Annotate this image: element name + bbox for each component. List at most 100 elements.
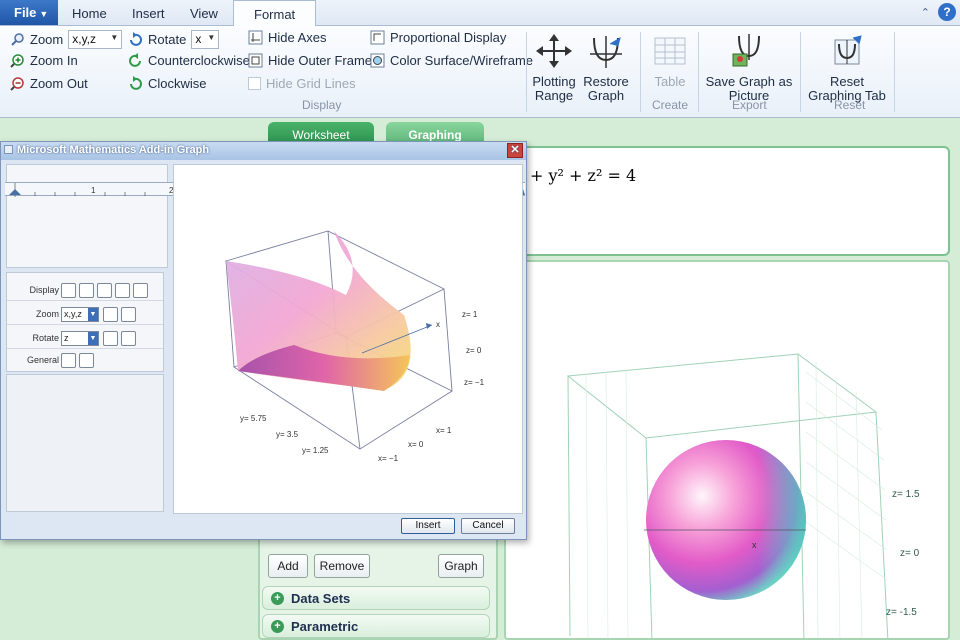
graph-button[interactable]: Graph [438, 554, 484, 578]
dialog-graph-controls: Display Zoom x,y,z ▼ Rotate z ▼ General [6, 272, 164, 372]
dialog-rotate-value: z [64, 333, 69, 343]
axes-toggle-icon[interactable] [61, 283, 76, 298]
close-icon[interactable]: ✕ [507, 143, 523, 158]
frame-toggle-icon[interactable] [79, 283, 94, 298]
surface-toggle-icon[interactable] [97, 283, 112, 298]
hide-outer-frame-checkbox[interactable]: Hide Outer Frame [248, 53, 372, 68]
dialog-preview-pane [6, 164, 168, 268]
restore-graph-icon [590, 36, 622, 68]
dialog-rotate-select[interactable]: z ▼ [61, 331, 99, 346]
rotate-label: Rotate [148, 32, 187, 47]
zoom-label: Zoom [30, 32, 64, 47]
zoom-out-button[interactable]: Zoom Out [10, 76, 88, 91]
tab-view[interactable]: View [190, 6, 218, 21]
table-button[interactable]: Table [648, 34, 692, 89]
general-label: General [26, 355, 59, 365]
proportional-display-checkbox[interactable]: Proportional Display [370, 30, 506, 45]
display-label: Display [29, 285, 59, 295]
dialog-zoom-select[interactable]: x,y,z ▼ [61, 307, 99, 322]
restore-graph-button[interactable]: Restore Graph [582, 34, 630, 103]
tab-home[interactable]: Home [72, 6, 107, 21]
reset-graph-icon [834, 35, 862, 65]
rotate-axis-select[interactable]: x ▼ [191, 30, 220, 49]
zoom-in-label: Zoom In [30, 53, 78, 68]
sphere-z-tick-top: z= 1.5 [892, 489, 920, 500]
caret-down-icon: ▼ [39, 9, 49, 19]
reset-graphing-tab-button[interactable]: Reset Graphing Tab [806, 34, 888, 103]
zoom-in-icon[interactable] [103, 307, 118, 322]
color-surface-checkbox[interactable]: Color Surface/Wireframe [370, 53, 533, 68]
counterclockwise-icon [129, 53, 141, 67]
proportional-toggle-icon[interactable] [115, 283, 130, 298]
y-tick-3: y= 1.25 [302, 446, 329, 455]
clockwise-label: Clockwise [148, 76, 207, 91]
table-label: Table [654, 74, 686, 89]
plotting-range-label-2: Range [534, 88, 574, 103]
collapse-ribbon-icon[interactable]: ⌃ [921, 6, 930, 19]
rotate-icon [130, 32, 142, 46]
cancel-button[interactable]: Cancel [461, 518, 515, 534]
sphere-graph-canvas[interactable]: x z= 1.5 z= 0 z= -1.5 [504, 260, 950, 640]
dialog-graph-canvas[interactable]: x z= 1 z= 0 z= −1 y= 5.75 y= 3.5 y= 1.25… [173, 164, 523, 514]
plotting-range-icon[interactable] [61, 353, 76, 368]
add-button[interactable]: Add [268, 554, 308, 578]
sphere-plot: x z= 1.5 z= 0 z= -1.5 [566, 353, 920, 638]
grid-toggle-icon[interactable] [133, 283, 148, 298]
x-tick-3: x= 1 [436, 426, 452, 435]
export-group-label: Export [732, 98, 767, 112]
dialog-surface-plot: x z= 1 z= 0 z= −1 y= 5.75 y= 3.5 y= 1.25… [224, 230, 485, 463]
equation-text: + y² + z² = 4 [530, 166, 637, 185]
dialog-title-bar[interactable]: Microsoft Mathematics Add-in Graph ✕ [1, 142, 526, 160]
hide-axes-checkbox[interactable]: Hide Axes [248, 30, 327, 45]
section-data-sets[interactable]: + Data Sets [262, 586, 490, 610]
expand-icon: + [271, 592, 284, 605]
clockwise-button[interactable]: Clockwise [128, 76, 207, 91]
x-tick-1: x= −1 [378, 454, 399, 463]
save-graph-button[interactable]: Save Graph as Picture [704, 34, 794, 103]
counterclockwise-icon[interactable] [103, 331, 118, 346]
counterclockwise-button[interactable]: Counterclockwise [128, 53, 250, 68]
group-divider [640, 32, 641, 112]
dropdown-arrow-icon: ▼ [88, 308, 98, 321]
zoom-out-icon[interactable] [121, 307, 136, 322]
dialog-zoom-label: Zoom [35, 309, 59, 319]
rotate-control[interactable]: Rotate x ▼ [128, 30, 220, 49]
ribbon-format-panel: Zoom x,y,z ▼ Zoom In Zoom Out Rotate x ▼ C… [0, 26, 960, 118]
z-tick-2: z= 0 [466, 346, 482, 355]
rotate-row: Rotate z ▼ [7, 329, 163, 349]
zoom-out-label: Zoom Out [30, 76, 88, 91]
ribbon-tab-bar: File ▼ Home Insert View Format ⌃ ? [0, 0, 960, 27]
proportional-icon [370, 30, 385, 45]
hide-grid-lines-checkbox[interactable]: Hide Grid Lines [248, 76, 356, 91]
tab-format[interactable]: Format [233, 0, 317, 27]
dropdown-arrow-icon: ▼ [88, 332, 98, 345]
save-graph-icon[interactable] [79, 353, 94, 368]
help-icon[interactable]: ? [938, 3, 956, 21]
zoom-control[interactable]: Zoom x,y,z ▼ [10, 30, 123, 49]
create-group-label: Create [652, 98, 689, 112]
file-menu-tab[interactable]: File ▼ [0, 0, 58, 25]
dialog-x-axis-label: x [436, 320, 440, 329]
group-divider [800, 32, 801, 112]
restore-graph-label-2: Graph [587, 88, 625, 103]
sphere-x-axis-label: x [752, 540, 757, 550]
color-surface-label: Color Surface/Wireframe [390, 53, 534, 68]
group-divider [894, 32, 895, 112]
dropdown-arrow-icon: ▼ [207, 33, 216, 42]
zoom-in-button[interactable]: Zoom In [10, 53, 78, 68]
dropdown-arrow-icon: ▼ [110, 33, 119, 42]
hide-outer-frame-label: Hide Outer Frame [268, 53, 373, 68]
clockwise-icon[interactable] [121, 331, 136, 346]
tab-insert[interactable]: Insert [132, 6, 165, 21]
dialog-left-empty [6, 374, 164, 512]
insert-button[interactable]: Insert [401, 518, 455, 534]
section-parametric[interactable]: + Parametric [262, 614, 490, 638]
grid-checkbox-icon [248, 77, 261, 90]
restore-graph-label-1: Restore [583, 74, 629, 89]
remove-button[interactable]: Remove [314, 554, 370, 578]
section-data-sets-label: Data Sets [291, 591, 351, 606]
zoom-axis-select[interactable]: x,y,z ▼ [68, 30, 123, 49]
plotting-range-button[interactable]: Plotting Range [530, 34, 578, 103]
sphere-z-tick-bottom: z= -1.5 [886, 607, 917, 618]
group-divider [526, 32, 527, 112]
